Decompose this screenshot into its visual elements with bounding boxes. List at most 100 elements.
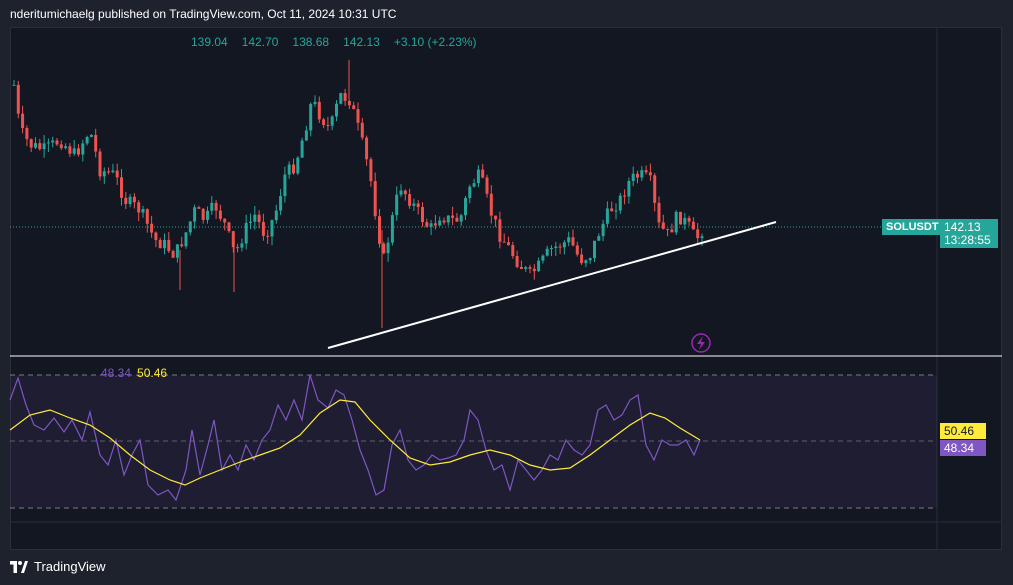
candle-body: [154, 232, 158, 241]
candle-body: [25, 127, 29, 140]
candle-body: [494, 215, 498, 220]
candle-body: [623, 195, 627, 197]
candle-body: [29, 139, 33, 148]
candle-body: [253, 214, 257, 222]
candle-body: [584, 260, 588, 264]
candle-body: [68, 146, 72, 154]
candle-body: [322, 119, 326, 126]
candle-body: [59, 144, 63, 149]
candle-body: [141, 209, 145, 213]
candle-body: [661, 222, 665, 229]
candle-body: [128, 196, 132, 204]
candle-body: [683, 217, 687, 225]
candle-body: [120, 177, 123, 198]
candle-body: [442, 220, 446, 223]
candle-body: [476, 169, 480, 184]
candle-body: [102, 171, 106, 177]
candle-body: [648, 172, 652, 176]
candle-body: [550, 248, 553, 250]
candle-body: [605, 208, 609, 224]
footer-brand[interactable]: TradingView: [10, 559, 106, 574]
symbol-tag: SOLUSDT: [882, 219, 943, 235]
candle-body: [674, 211, 678, 233]
chart-canvas[interactable]: [0, 0, 1013, 585]
lightning-icon[interactable]: [691, 333, 711, 353]
candle-body: [201, 208, 205, 220]
candle-body: [335, 103, 338, 117]
candle-body: [180, 244, 184, 247]
candle-body: [300, 140, 304, 158]
candle-body: [597, 236, 601, 241]
candle-body: [115, 170, 119, 178]
ohlc-open: 139.04: [191, 35, 228, 49]
candle-body: [657, 202, 661, 223]
candle-body: [515, 256, 519, 267]
candle-body: [249, 221, 252, 223]
candle-body: [451, 215, 455, 218]
candlesticks: [12, 60, 704, 328]
candle-body: [464, 198, 467, 216]
candle-body: [601, 223, 605, 237]
candle-body: [197, 207, 201, 209]
candle-body: [283, 174, 287, 197]
candle-body: [567, 237, 571, 243]
candle-body: [433, 223, 437, 226]
candle-body: [670, 229, 674, 233]
candle-body: [317, 101, 321, 120]
rsi-legend-value: 48.34: [101, 366, 132, 380]
candle-body: [537, 260, 541, 272]
candle-body: [81, 143, 85, 155]
rsi-ma-scale-tag: 50.46: [940, 423, 986, 439]
candle-body: [378, 216, 381, 244]
ohlc-low: 138.68: [292, 35, 330, 49]
candle-body: [214, 202, 218, 211]
candle-body: [399, 190, 403, 195]
candle-body: [373, 181, 377, 217]
last-price-tag: 142.13 13:28:55: [940, 219, 998, 248]
candle-body: [369, 159, 373, 182]
candle-body: [438, 220, 442, 226]
candle-body: [524, 267, 528, 269]
candle-body: [287, 164, 291, 175]
candle-body: [266, 235, 270, 237]
candle-body: [72, 148, 76, 154]
candle-body: [588, 258, 592, 261]
candle-body: [575, 245, 579, 255]
trend-line[interactable]: [327, 221, 777, 349]
candle-body: [193, 207, 197, 222]
candle-body: [94, 134, 98, 152]
candle-body: [77, 148, 80, 155]
candle-body: [666, 228, 670, 230]
candle-body: [236, 247, 240, 249]
candle-body: [42, 143, 46, 150]
candle-body: [618, 195, 622, 211]
candle-body: [691, 221, 695, 230]
candle-body: [408, 194, 412, 206]
candle-body: [55, 140, 59, 145]
candle-body: [188, 221, 192, 233]
candle-body: [167, 239, 171, 252]
candle-body: [223, 218, 227, 223]
candle-body: [46, 142, 50, 144]
candle-body: [528, 267, 532, 269]
candle-body: [98, 151, 102, 177]
candle-body: [171, 251, 175, 258]
candle-body: [696, 229, 700, 239]
candle-body: [356, 109, 360, 123]
candle-body: [51, 140, 55, 143]
candle-body: [386, 242, 390, 254]
candle-body: [184, 232, 188, 247]
bar-countdown: 13:28:55: [944, 233, 991, 247]
candle-body: [137, 202, 141, 213]
candle-body: [498, 219, 502, 242]
candle-body: [206, 210, 209, 220]
candle-body: [210, 202, 214, 211]
candle-body: [257, 214, 261, 223]
candle-body: [545, 248, 549, 256]
candle-body: [507, 242, 510, 246]
candle-body: [403, 190, 407, 195]
candle-body: [485, 177, 489, 194]
candle-body: [502, 241, 506, 243]
candle-body: [468, 186, 472, 199]
candle-body: [489, 193, 493, 216]
